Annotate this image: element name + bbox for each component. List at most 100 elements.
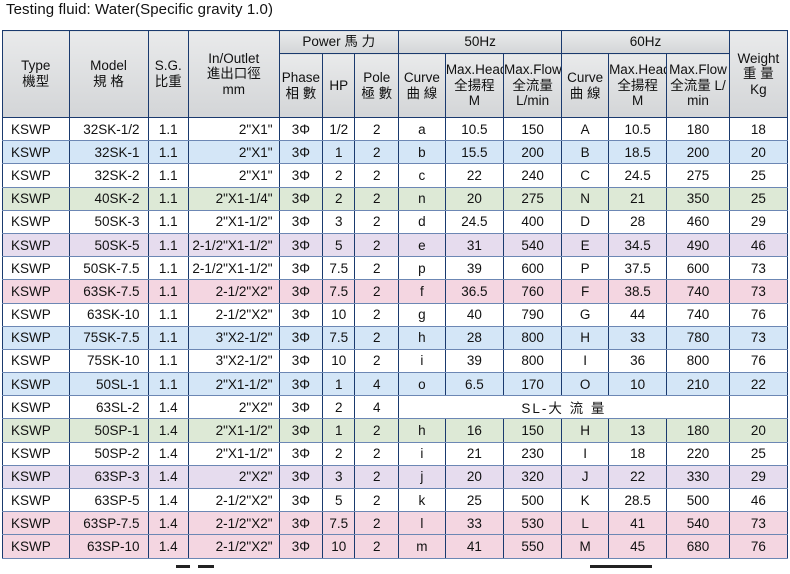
table-row: KSWP 63SP-10 1.4 2-1/2"X2" 3Φ 10 2 m 41 550 M 45 680… xyxy=(2,534,789,559)
cell-head-50: 21 xyxy=(444,441,505,466)
cell-hp: 2 xyxy=(322,395,356,420)
cell-curve-50: p xyxy=(398,256,446,281)
cell-pole: 2 xyxy=(354,441,400,466)
cell-sg: 1.1 xyxy=(147,372,190,397)
cell-inoutlet: 2"X1-1/2" xyxy=(188,418,280,443)
cell-phase: 3Φ xyxy=(278,464,324,490)
cell-type: KSWP xyxy=(2,487,70,513)
cell-type: KSWP xyxy=(2,256,70,281)
col-phase: Phase 相 數 xyxy=(278,53,324,118)
cell-flow-50: 790 xyxy=(503,302,563,327)
cell-weight: 25 xyxy=(728,163,789,188)
cell-phase: 3Φ xyxy=(278,186,324,211)
cell-phase: 3Φ xyxy=(278,325,324,350)
cell-weight: 22 xyxy=(728,372,789,397)
cell-inoutlet: 2-1/2"X2" xyxy=(188,279,280,304)
table-row: KSWP 50SP-1 1.4 2"X1-1/2" 3Φ 1 2 h 16 150 H 13 180 20 xyxy=(2,418,789,443)
cell-pole: 2 xyxy=(354,256,400,281)
cell-curve-60: E xyxy=(561,232,610,258)
cell-head-60: 24.5 xyxy=(608,163,668,188)
cell-curve-60: M xyxy=(561,534,610,559)
cell-pole: 2 xyxy=(354,163,400,188)
cell-curve-50: h xyxy=(398,418,446,443)
cell-phase: 3Φ xyxy=(278,418,324,443)
cell-head-60: 34.5 xyxy=(608,232,668,258)
cell-flow-60: 490 xyxy=(666,232,730,258)
group-60hz: 60Hz xyxy=(561,30,730,54)
cell-head-60: 18 xyxy=(608,441,668,466)
cell-inoutlet: 2-1/2"X1-1/2" xyxy=(188,232,280,258)
cell-phase: 3Φ xyxy=(278,116,324,142)
col-head-50: Max.Head 全揚程 M xyxy=(444,53,505,118)
cell-sg: 1.4 xyxy=(147,441,190,466)
cell-weight: 20 xyxy=(728,418,789,443)
cell-hp: 2 xyxy=(322,163,356,188)
cell-curve-60: G xyxy=(561,302,610,327)
cell-curve-50: d xyxy=(398,209,446,234)
cell-pole: 2 xyxy=(354,418,400,443)
cell-head-60: 21 xyxy=(608,186,668,211)
cell-curve-60: B xyxy=(561,140,610,165)
col-flow-60: Max.Flow 全流量 L/min xyxy=(666,53,730,118)
cell-flow-60: 600 xyxy=(666,256,730,281)
col-inoutlet: In/Outlet 進出口徑 mm xyxy=(188,30,280,118)
cell-curve-50: i xyxy=(398,348,446,374)
cell-sg: 1.4 xyxy=(147,395,190,420)
cell-flow-50: 540 xyxy=(503,232,563,258)
cell-flow-50: 760 xyxy=(503,279,563,304)
cell-type: KSWP xyxy=(2,372,70,397)
cell-type: KSWP xyxy=(2,418,70,443)
table-row: KSWP 50SL-1 1.1 2"X1-1/2" 3Φ 1 4 o 6.5 170 O 10 210 2… xyxy=(2,372,789,397)
cell-curve-50: c xyxy=(398,163,446,188)
table-row: KSWP 63SK-7.5 1.1 2-1/2"X2" 3Φ 7.5 2 f 36.5 760 F 3… xyxy=(2,279,789,304)
cell-head-50: 39 xyxy=(444,348,505,374)
cell-flow-60: 740 xyxy=(666,279,730,304)
cell-type: KSWP xyxy=(2,140,70,165)
cell-type: KSWP xyxy=(2,116,70,142)
cell-sg: 1.4 xyxy=(147,511,190,536)
cell-curve-50: n xyxy=(398,186,446,211)
cell-phase: 3Φ xyxy=(278,487,324,513)
cell-head-60: 33 xyxy=(608,325,668,350)
cell-weight: 29 xyxy=(728,464,789,490)
cell-type: KSWP xyxy=(2,441,70,466)
cell-weight: 73 xyxy=(728,256,789,281)
cell-inoutlet: 2-1/2"X1-1/2" xyxy=(188,256,280,281)
cell-hp: 3 xyxy=(322,209,356,234)
table-row: KSWP 32SK-1/2 1.1 2"X1" 3Φ 1/2 2 a 10.5 150 A 10.5 1… xyxy=(2,116,789,142)
table-row: KSWP 63SP-3 1.4 2"X2" 3Φ 3 2 j 20 320 J 22 330 29 xyxy=(2,464,789,490)
table-row: KSWP 32SK-1 1.1 2"X1" 3Φ 1 2 b 15.5 200 B 18.5 200 20 xyxy=(2,140,789,165)
cell-hp: 1 xyxy=(322,372,356,397)
col-pole: Pole 極 數 xyxy=(354,53,400,118)
cell-hp: 7.5 xyxy=(322,325,356,350)
cell-model: 50SP-2 xyxy=(68,441,149,466)
cell-hp: 2 xyxy=(322,441,356,466)
table-row: KSWP 50SK-5 1.1 2-1/2"X1-1/2" 3Φ 5 2 e 31 540 E 34.… xyxy=(2,232,789,258)
cell-curve-60: I xyxy=(561,348,610,374)
table-row: KSWP 40SK-2 1.1 2"X1-1/4" 3Φ 2 2 n 20 275 N 21 350 25 xyxy=(2,186,789,211)
cell-head-60: 38.5 xyxy=(608,279,668,304)
cell-sg: 1.4 xyxy=(147,464,190,490)
col-weight: Weight 重 量 Kg xyxy=(728,30,789,118)
table-header: Type 機型 Model 規 格 S.G. 比重 In/Outlet 進出口徑 mm P… xyxy=(2,30,789,118)
cell-flow-50: 500 xyxy=(503,487,563,513)
cell-type: KSWP xyxy=(2,279,70,304)
col-curve-50: Curve 曲 線 xyxy=(398,53,446,118)
cell-curve-50: k xyxy=(398,487,446,513)
cell-weight: 76 xyxy=(728,348,789,374)
cell-weight: 18 xyxy=(728,116,789,142)
cell-flow-60: 780 xyxy=(666,325,730,350)
cell-flow-50: 200 xyxy=(503,140,563,165)
cell-head-50: 41 xyxy=(444,534,505,559)
table-row: KSWP 63SP-5 1.4 2-1/2"X2" 3Φ 5 2 k 25 500 K 28.5 500… xyxy=(2,487,789,513)
cell-pole: 2 xyxy=(354,140,400,165)
cell-head-50: 24.5 xyxy=(444,209,505,234)
cell-inoutlet: 3"X2-1/2" xyxy=(188,325,280,350)
cell-curve-60: O xyxy=(561,372,610,397)
cell-inoutlet: 2"X1" xyxy=(188,140,280,165)
cell-sg: 1.1 xyxy=(147,256,190,281)
cell-model: 63SP-5 xyxy=(68,487,149,513)
table-row: KSWP 32SK-2 1.1 2"X1" 3Φ 2 2 c 22 240 C 24.5 275 25 xyxy=(2,163,789,188)
cell-weight: 25 xyxy=(728,186,789,211)
cell-curve-60: C xyxy=(561,163,610,188)
